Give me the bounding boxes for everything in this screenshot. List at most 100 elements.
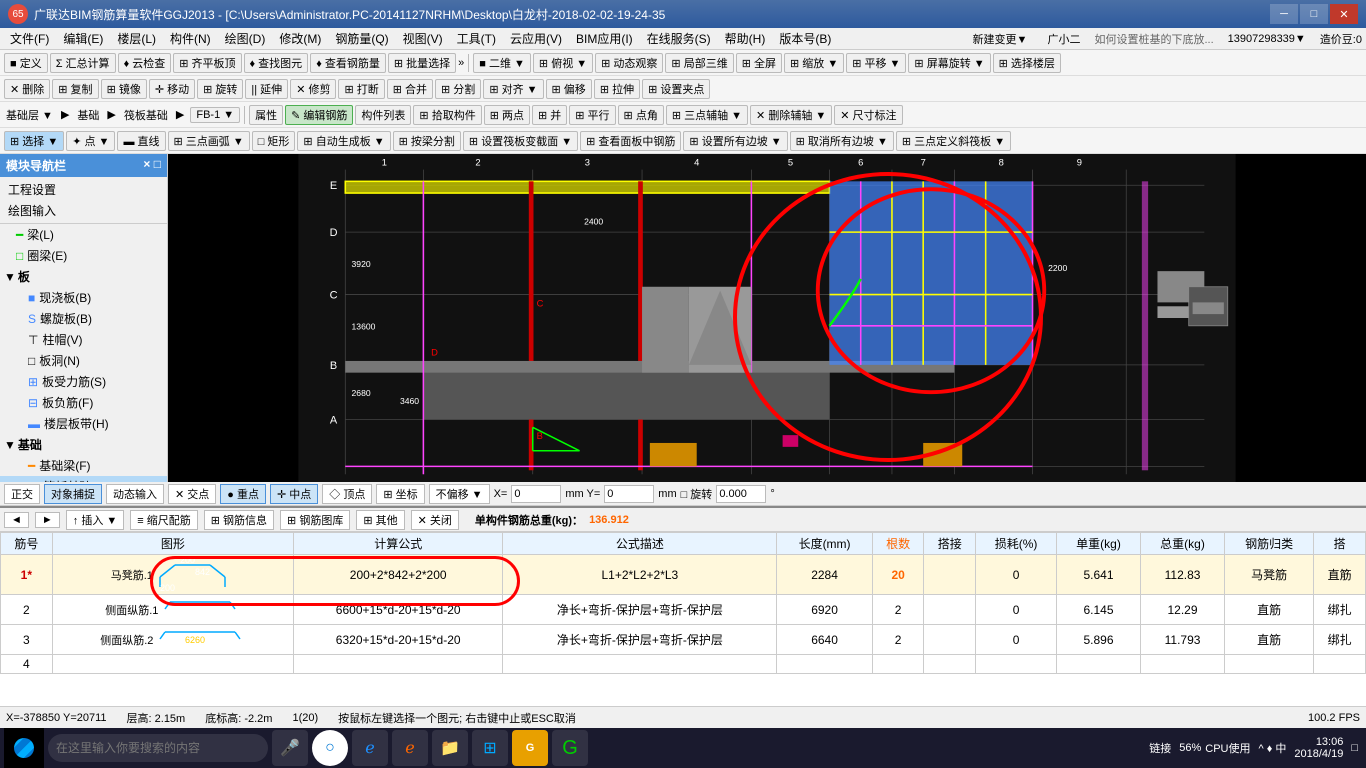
minimize-button[interactable]: ─ — [1270, 4, 1298, 24]
btn-cancel-slope[interactable]: ⊞ 取消所有边坡 ▼ — [790, 131, 894, 151]
btn-element-list[interactable]: 构件列表 — [355, 105, 411, 125]
btn-scale-rebar[interactable]: ≡ 缩尺配筋 — [130, 510, 197, 530]
sidebar-item-slab-hole[interactable]: □ 板洞(N) — [0, 350, 167, 371]
menu-view[interactable]: 视图(V) — [397, 28, 449, 49]
snap-dynamic[interactable]: 动态输入 — [106, 484, 164, 504]
btn-offset[interactable]: ⊞ 偏移 — [546, 79, 592, 99]
btn-trim[interactable]: ✕ 修剪 — [290, 79, 336, 99]
sidebar-item-slab-rebar[interactable]: ⊞ 板受力筋(S) — [0, 371, 167, 392]
taskbar-mic-icon[interactable]: 🎤 — [272, 730, 308, 766]
canvas-area[interactable]: E D C B A 1 2 3 4 5 6 7 8 9 2400 3920 13… — [168, 154, 1366, 482]
menu-bim[interactable]: BIM应用(I) — [570, 28, 639, 49]
taskbar-green-icon[interactable]: G — [552, 730, 588, 766]
btn-parallel2[interactable]: ⊞ 并 — [532, 105, 567, 125]
btn-close-panel[interactable]: ✕ 关闭 — [411, 510, 459, 530]
snap-vertex[interactable]: ◇ 顶点 — [322, 484, 372, 504]
snap-center[interactable]: ✛ 中点 — [270, 484, 318, 504]
menu-online[interactable]: 在线服务(S) — [641, 28, 717, 49]
btn-cloud-check[interactable]: ♦ 云检查 — [118, 53, 172, 73]
btn-find-element[interactable]: ♦ 查找图元 — [244, 53, 309, 73]
cell-id-2[interactable]: 2 — [1, 595, 53, 625]
btn-fullscreen[interactable]: ⊞ 全屏 — [736, 53, 782, 73]
toolbar-more[interactable]: » — [458, 57, 464, 69]
btn-merge[interactable]: ⊞ 合并 — [387, 79, 433, 99]
sidebar-group-foundation[interactable]: ▼ 基础 — [0, 434, 167, 455]
element-select[interactable]: FB-1 ▼ — [190, 107, 240, 123]
btn-nav-next[interactable]: ► — [35, 512, 60, 528]
menu-edit[interactable]: 编辑(E) — [57, 28, 109, 49]
btn-split-beam[interactable]: ⊞ 按梁分割 — [393, 131, 461, 151]
btn-insert[interactable]: ↑ 插入 ▼ — [66, 510, 125, 530]
taskbar-task-icon[interactable]: ⊞ — [472, 730, 508, 766]
btn-extend[interactable]: || 延伸 — [245, 79, 288, 99]
sidebar-item-beam[interactable]: ━ 梁(L) — [0, 224, 167, 245]
btn-point-angle[interactable]: ⊞ 点角 — [618, 105, 664, 125]
btn-raft-section[interactable]: ⊞ 设置筏板变截面 ▼ — [463, 131, 578, 151]
btn-point[interactable]: ✦ 点 ▼ — [66, 131, 115, 151]
taskbar-ie2-icon[interactable]: ℯ — [392, 730, 428, 766]
sidebar-group-slab[interactable]: ▼ 板 — [0, 266, 167, 287]
btn-del-aux[interactable]: ✕ 删除辅轴 ▼ — [750, 105, 832, 125]
menu-phone[interactable]: 13907298339▼ — [1222, 31, 1312, 47]
cell-id-3[interactable]: 3 — [1, 625, 53, 655]
taskbar-folder-icon[interactable]: 📁 — [432, 730, 468, 766]
btn-pick[interactable]: ⊞ 拾取构件 — [413, 105, 481, 125]
btn-arc[interactable]: ⊞ 三点画弧 ▼ — [168, 131, 250, 151]
y-input[interactable] — [604, 485, 654, 503]
sidebar-item-raft[interactable]: ▦ 筏板基础(M) — [0, 476, 167, 482]
x-input[interactable] — [511, 485, 561, 503]
menu-version[interactable]: 版本号(B) — [773, 28, 837, 49]
btn-batch-select[interactable]: ⊞ 批量选择 — [388, 53, 456, 73]
btn-top-view[interactable]: ⊞ 俯视 ▼ — [533, 53, 593, 73]
close-button[interactable]: ✕ — [1330, 4, 1358, 24]
btn-move[interactable]: ✛ 移动 — [149, 79, 195, 99]
sidebar-item-cast-slab[interactable]: ■ 现浇板(B) — [0, 287, 167, 308]
btn-copy[interactable]: ⊞ 复制 — [52, 79, 98, 99]
sidebar-item-col-cap[interactable]: ⊤ 柱帽(V) — [0, 329, 167, 350]
menu-help[interactable]: 帮助(H) — [719, 28, 772, 49]
sidebar-item-neg-rebar[interactable]: ⊟ 板负筋(F) — [0, 392, 167, 413]
btn-rebar-info[interactable]: ⊞ 钢筋信息 — [204, 510, 274, 530]
menu-modify[interactable]: 修改(M) — [273, 28, 327, 49]
btn-nav-prev[interactable]: ◄ — [4, 512, 29, 528]
snap-object[interactable]: 对象捕捉 — [44, 484, 102, 504]
btn-rect[interactable]: □ 矩形 — [252, 131, 296, 151]
btn-split[interactable]: ⊞ 分割 — [435, 79, 481, 99]
menu-gxe[interactable]: 广小二 — [1041, 29, 1086, 49]
btn-3point-aux[interactable]: ⊞ 三点辅轴 ▼ — [666, 105, 748, 125]
menu-rebar[interactable]: 钢筋量(Q) — [329, 28, 394, 49]
sidebar-item-project-settings[interactable]: 工程设置 — [0, 179, 167, 200]
btn-edit-rebar[interactable]: ✎ 编辑钢筋 — [285, 105, 353, 125]
taskbar-cortana-icon[interactable]: ○ — [312, 730, 348, 766]
btn-calculate[interactable]: Σ 汇总计算 — [50, 53, 116, 73]
snap-intersect[interactable]: ✕ 交点 — [168, 484, 216, 504]
btn-stretch[interactable]: ⊞ 拉伸 — [594, 79, 640, 99]
btn-local-3d[interactable]: ⊞ 局部三维 — [665, 53, 733, 73]
btn-line[interactable]: ▬ 直线 — [117, 131, 165, 151]
btn-grip[interactable]: ⊞ 设置夹点 — [642, 79, 710, 99]
btn-rotate2[interactable]: ⊞ 旋转 — [197, 79, 243, 99]
notifications-icon[interactable]: □ — [1351, 742, 1358, 754]
taskbar-search[interactable] — [48, 734, 268, 762]
menu-tools[interactable]: 工具(T) — [451, 28, 502, 49]
cell-id-1[interactable]: 1* — [1, 555, 53, 595]
snap-no-offset[interactable]: 不偏移 ▼ — [429, 484, 490, 504]
sidebar-item-spiral-slab[interactable]: S 螺旋板(B) — [0, 308, 167, 329]
btn-set-edge-slope[interactable]: ⊞ 设置所有边坡 ▼ — [683, 131, 787, 151]
btn-dimension2[interactable]: ✕ 尺寸标注 — [834, 105, 902, 125]
menu-new-change[interactable]: 新建变更▼ — [967, 29, 1034, 49]
sidebar-item-found-beam[interactable]: ━ 基础梁(F) — [0, 455, 167, 476]
btn-delete[interactable]: ✕ 删除 — [4, 79, 50, 99]
menu-file[interactable]: 文件(F) — [4, 28, 55, 49]
btn-select[interactable]: ⊞ 选择 ▼ — [4, 131, 64, 151]
btn-rebar-lib[interactable]: ⊞ 钢筋图库 — [280, 510, 350, 530]
rotate-input[interactable] — [716, 485, 766, 503]
btn-align-top[interactable]: ⊞ 齐平板顶 — [173, 53, 241, 73]
btn-break[interactable]: ⊞ 打断 — [338, 79, 384, 99]
btn-two-point[interactable]: ⊞ 两点 — [484, 105, 530, 125]
sidebar-item-ring-beam[interactable]: □ 圈梁(E) — [0, 245, 167, 266]
snap-ortho[interactable]: 正交 — [4, 484, 40, 504]
taskbar-start[interactable] — [4, 728, 44, 768]
btn-mirror[interactable]: ⊞ 镜像 — [101, 79, 147, 99]
sidebar-item-draw-input[interactable]: 绘图输入 — [0, 200, 167, 221]
